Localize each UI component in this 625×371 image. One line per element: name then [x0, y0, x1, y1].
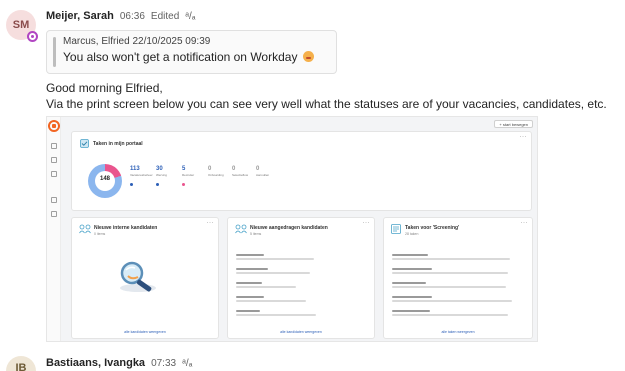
internal-card-title: Nieuwe interne kandidaten: [94, 225, 158, 231]
candidate-row-name: [236, 268, 268, 270]
candidate-row-name: [236, 296, 264, 298]
stat-recruiter: 5 Recruiter: [182, 166, 206, 186]
stat-onboarding: 0 Onboarding: [208, 166, 232, 177]
magnifier-illustration-icon: [120, 261, 156, 292]
task-row-detail: [392, 258, 510, 260]
internal-card-link[interactable]: alle kandidaten weergeven: [72, 330, 218, 334]
attached-screenshot[interactable]: + start bewegen ··· Taken in mijn portaa…: [46, 116, 538, 342]
candidate-row-name: [236, 282, 262, 284]
tasks-card-title: Taken in mijn portaal: [93, 141, 143, 147]
quote-author-time: Marcus, Elfried 22/10/2025 09:39: [63, 36, 211, 47]
stat-number: 0: [208, 166, 212, 172]
more-icon: ···: [519, 134, 527, 140]
people-icon: [235, 224, 247, 234]
stat-label: Werving: [156, 173, 167, 177]
proposed-candidates-card: ··· Nieuwe aangedragen kandidaten 5 item…: [227, 217, 375, 339]
gear-icon: [51, 211, 57, 217]
message-body: Good morning Elfried, Via the print scre…: [46, 80, 607, 112]
task-row-detail: [392, 286, 506, 288]
candidate-row-name: [236, 254, 264, 256]
stat-dot: [182, 183, 185, 186]
candidate-row-name: [236, 310, 260, 312]
people-icon: [51, 171, 57, 177]
bell-icon: [51, 197, 57, 203]
proposed-card-title: Nieuwe aangedragen kandidaten: [250, 225, 328, 231]
stat-number: 30: [156, 166, 163, 172]
stat-number: 5: [182, 166, 186, 172]
tasks-card: ··· Taken in mijn portaal 148 113 Vacatu…: [71, 131, 532, 211]
message-header: Bastiaans, Ivangka 07:33 ᵃ/ₐ: [46, 357, 192, 369]
task-row-detail: [392, 272, 508, 274]
donut-total: 148: [99, 176, 110, 182]
avatar-sarah-meijer[interactable]: SM: [6, 10, 38, 42]
avatar-initials: SM: [12, 19, 30, 31]
avatar-ivangka-bastiaans[interactable]: IB: [6, 356, 36, 371]
stat-label: Aanvullen: [256, 173, 270, 177]
message-line-content: Via the print screen below you can see v…: [46, 97, 607, 111]
stat-number: 0: [256, 166, 260, 172]
task-row-name: [392, 296, 432, 298]
edited-label: Edited: [150, 11, 180, 22]
grimace-emoji-icon: [302, 51, 314, 62]
message-time: 07:33: [151, 358, 177, 369]
internal-candidates-card: ··· Nieuwe interne kandidaten 0 items al…: [71, 217, 219, 339]
message-header: Meijer, Sarah 06:36 Edited ᵃ/ₐ: [46, 10, 196, 22]
screenshot-nav-rail: [47, 117, 61, 341]
home-icon: [48, 120, 60, 132]
search-icon: [51, 157, 57, 163]
screening-card-sub: 28 taken: [405, 232, 419, 236]
stat-vacatures: 113 Vacaturesbeheer: [130, 166, 154, 186]
quote-text: You also won't get a notification on Wor…: [63, 50, 298, 64]
internal-card-sub: 0 items: [94, 232, 106, 236]
task-row-name: [392, 310, 430, 312]
screening-card-link[interactable]: alle taken weergeven: [384, 330, 532, 334]
avatar-initials: IB: [15, 362, 27, 371]
task-row-name: [392, 282, 426, 284]
more-icon: ···: [362, 220, 370, 226]
stat-werving: 30 Werving: [156, 166, 180, 186]
tasks-icon: [80, 139, 89, 148]
more-icon: ···: [206, 220, 214, 226]
task-row-name: [392, 254, 428, 256]
stat-number: 113: [130, 166, 140, 172]
message-author[interactable]: Bastiaans, Ivangka: [46, 357, 145, 369]
screening-tasks-card: ··· Taken voor 'Screening' 28 taken alle…: [383, 217, 533, 339]
quote-text-row: You also won't get a notification on Wor…: [63, 50, 326, 64]
stat-dot: [130, 183, 133, 186]
quoted-message[interactable]: Marcus, Elfried 22/10/2025 09:39 You als…: [46, 30, 337, 74]
people-icon: [79, 224, 91, 234]
stat-aanvullen: 0 Aanvullen: [256, 166, 280, 177]
stat-dot: [156, 183, 159, 186]
message-author[interactable]: Meijer, Sarah: [46, 10, 114, 22]
page-icon: [51, 143, 57, 149]
stat-label: Onboarding: [208, 173, 224, 177]
candidate-row-detail: [236, 286, 296, 288]
stat-selectie: 0 Selectieflow: [232, 166, 256, 177]
stat-label: Recruiter: [182, 173, 195, 177]
translate-icon[interactable]: ᵃ/ₐ: [185, 11, 195, 22]
stat-label: Vacaturesbeheer: [130, 173, 153, 177]
stat-number: 0: [232, 166, 236, 172]
presence-icon: [27, 31, 38, 42]
stat-label: Selectieflow: [232, 173, 249, 177]
translate-icon[interactable]: ᵃ/ₐ: [182, 358, 192, 369]
more-icon: ···: [520, 220, 528, 226]
screening-card-title: Taken voor 'Screening': [405, 225, 460, 231]
screenshot-top-button: + start bewegen: [494, 120, 533, 128]
message-line-greeting: Good morning Elfried,: [46, 81, 163, 95]
task-row-detail: [392, 314, 508, 316]
task-row-name: [392, 268, 432, 270]
proposed-card-link[interactable]: alle kandidaten weergeven: [228, 330, 374, 334]
candidate-row-detail: [236, 258, 314, 260]
message-time: 06:36: [119, 11, 145, 22]
task-row-detail: [392, 300, 512, 302]
task-list-icon: [391, 224, 401, 234]
candidate-row-detail: [236, 314, 316, 316]
candidate-row-detail: [236, 272, 310, 274]
candidate-row-detail: [236, 300, 306, 302]
proposed-card-sub: 5 items: [250, 232, 262, 236]
